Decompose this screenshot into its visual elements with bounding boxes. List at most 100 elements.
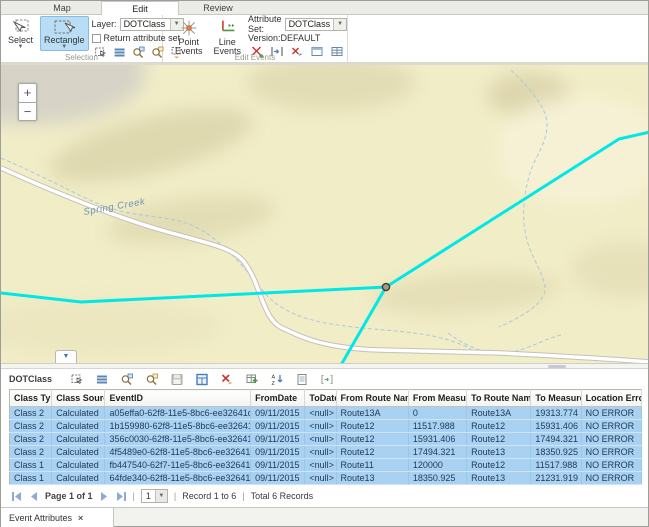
- table-cell[interactable]: Class 2: [10, 407, 52, 420]
- table-cell[interactable]: 09/11/2015: [251, 407, 305, 420]
- column-header[interactable]: To Route Name: [467, 390, 531, 407]
- tab-review[interactable]: Review: [179, 1, 257, 14]
- remove-selection-icon[interactable]: [220, 373, 234, 386]
- table-cell[interactable]: <null>: [305, 420, 336, 433]
- panel-collapse-button[interactable]: ▼: [55, 350, 77, 363]
- tab-map[interactable]: Map: [23, 1, 101, 14]
- next-page-icon[interactable]: [99, 491, 110, 502]
- table-cell[interactable]: <null>: [305, 446, 336, 459]
- table-cell[interactable]: 17494.321: [531, 433, 581, 446]
- table-cell[interactable]: 09/11/2015: [251, 446, 305, 459]
- line-events-button[interactable]: Line Events: [210, 16, 246, 58]
- table-cell[interactable]: Calculated: [52, 420, 105, 433]
- rectangle-select-button[interactable]: Rectangle ▼: [40, 16, 89, 51]
- table-cell[interactable]: <null>: [305, 433, 336, 446]
- previous-page-icon[interactable]: [28, 491, 39, 502]
- column-header[interactable]: ToDate: [305, 390, 336, 407]
- table-row[interactable]: Class 2Calculated4f5489e0-62f8-11e5-8bc6…: [10, 446, 642, 459]
- first-page-icon[interactable]: [11, 491, 22, 502]
- table-cell[interactable]: Route13A: [336, 407, 408, 420]
- table-cell[interactable]: 120000: [408, 459, 466, 472]
- pan-to-selected-icon[interactable]: [145, 373, 159, 386]
- table-cell[interactable]: 09/11/2015: [251, 472, 305, 485]
- column-header[interactable]: FromDate: [251, 390, 305, 407]
- table-cell[interactable]: Route12: [467, 420, 531, 433]
- table-cell[interactable]: 1b159980-62f8-11e5-8bc6-ee32641d5ec9: [105, 420, 251, 433]
- attribute-set-dropdown[interactable]: DOTClass ▼: [285, 18, 348, 31]
- table-cell[interactable]: Calculated: [52, 459, 105, 472]
- route-junction-marker[interactable]: [382, 283, 389, 290]
- table-cell[interactable]: 09/11/2015: [251, 459, 305, 472]
- table-cell[interactable]: Route12: [467, 433, 531, 446]
- table-cell[interactable]: Route12: [336, 446, 408, 459]
- tab-event-attributes[interactable]: Event Attributes ×: [1, 508, 114, 527]
- dropdown-arrow-icon[interactable]: ▼: [333, 19, 346, 30]
- save-icon[interactable]: [170, 373, 184, 386]
- zoom-in-button[interactable]: +: [18, 83, 37, 102]
- list-icon[interactable]: [95, 373, 109, 386]
- table-row[interactable]: Class 1Calculatedfb447540-62f7-11e5-8bc6…: [10, 459, 642, 472]
- append-records-icon[interactable]: [245, 373, 259, 386]
- table-cell[interactable]: NO ERROR: [581, 459, 641, 472]
- select-button[interactable]: Select ▼: [4, 16, 37, 51]
- table-cell[interactable]: Route13: [336, 472, 408, 485]
- table-cell[interactable]: 09/11/2015: [251, 433, 305, 446]
- zoom-out-button[interactable]: −: [18, 102, 37, 121]
- table-cell[interactable]: Class 2: [10, 433, 52, 446]
- table-cell[interactable]: Route12: [467, 459, 531, 472]
- table-cell[interactable]: Calculated: [52, 433, 105, 446]
- table-row[interactable]: Class 2Calculated1b159980-62f8-11e5-8bc6…: [10, 420, 642, 433]
- table-cell[interactable]: 21231.919: [531, 472, 581, 485]
- table-cell[interactable]: <null>: [305, 407, 336, 420]
- table-cell[interactable]: 11517.988: [531, 459, 581, 472]
- table-cell[interactable]: 17494.321: [408, 446, 466, 459]
- table-cell[interactable]: 15931.406: [408, 433, 466, 446]
- table-cell[interactable]: NO ERROR: [581, 472, 641, 485]
- table-cell[interactable]: Calculated: [52, 472, 105, 485]
- table-cell[interactable]: Route13: [467, 446, 531, 459]
- attribute-form-icon[interactable]: [295, 373, 309, 386]
- table-cell[interactable]: Route13A: [467, 407, 531, 420]
- table-row[interactable]: Class 2Calculated356c0030-62f8-11e5-8bc6…: [10, 433, 642, 446]
- zoom-to-selected-icon[interactable]: [120, 373, 134, 386]
- measure-extent-icon[interactable]: [320, 373, 334, 386]
- table-cell[interactable]: NO ERROR: [581, 420, 641, 433]
- table-cell[interactable]: 11517.988: [408, 420, 466, 433]
- return-attribute-set-checkbox[interactable]: [92, 34, 101, 43]
- table-cell[interactable]: Class 1: [10, 472, 52, 485]
- table-cell[interactable]: NO ERROR: [581, 407, 641, 420]
- table-cell[interactable]: 356c0030-62f8-11e5-8bc6-ee32641d5ec9: [105, 433, 251, 446]
- column-header[interactable]: Class Source: [52, 390, 105, 407]
- sort-icon[interactable]: AZ: [270, 373, 284, 386]
- table-cell[interactable]: <null>: [305, 472, 336, 485]
- point-events-button[interactable]: Point Events: [171, 16, 207, 58]
- table-cell[interactable]: Calculated: [52, 407, 105, 420]
- table-row[interactable]: Class 2Calculateda05effa0-62f8-11e5-8bc6…: [10, 407, 642, 420]
- close-icon[interactable]: ×: [78, 513, 83, 523]
- column-header[interactable]: From Route Name: [336, 390, 408, 407]
- splitter-grip-icon[interactable]: [548, 365, 566, 368]
- page-number-select[interactable]: 1 ▼: [141, 489, 168, 503]
- column-header[interactable]: To Measure: [531, 390, 581, 407]
- column-header[interactable]: From Measure: [408, 390, 466, 407]
- table-cell[interactable]: 0: [408, 407, 466, 420]
- table-cell[interactable]: Class 1: [10, 459, 52, 472]
- table-cell[interactable]: NO ERROR: [581, 446, 641, 459]
- table-cell[interactable]: Route12: [336, 420, 408, 433]
- table-cell[interactable]: NO ERROR: [581, 433, 641, 446]
- column-header[interactable]: Class Type: [10, 390, 52, 407]
- column-header[interactable]: EventID: [105, 390, 251, 407]
- table-cell[interactable]: 15931.406: [531, 420, 581, 433]
- panel-splitter[interactable]: [1, 363, 648, 369]
- map-view[interactable]: Spring Creek + − ▼: [1, 63, 648, 363]
- table-cell[interactable]: 19313.774: [531, 407, 581, 420]
- table-cell[interactable]: 64fde340-62f8-11e5-8bc6-ee32641d5ec9: [105, 472, 251, 485]
- table-cell[interactable]: 09/11/2015: [251, 420, 305, 433]
- table-cell[interactable]: Calculated: [52, 446, 105, 459]
- table-cell[interactable]: a05effa0-62f8-11e5-8bc6-ee32641d5ec9: [105, 407, 251, 420]
- tab-edit[interactable]: Edit: [101, 1, 179, 15]
- dropdown-arrow-icon[interactable]: ▼: [155, 490, 167, 502]
- table-cell[interactable]: Class 2: [10, 446, 52, 459]
- table-cell[interactable]: 4f5489e0-62f8-11e5-8bc6-ee32641d5ec9: [105, 446, 251, 459]
- last-page-icon[interactable]: [116, 491, 127, 502]
